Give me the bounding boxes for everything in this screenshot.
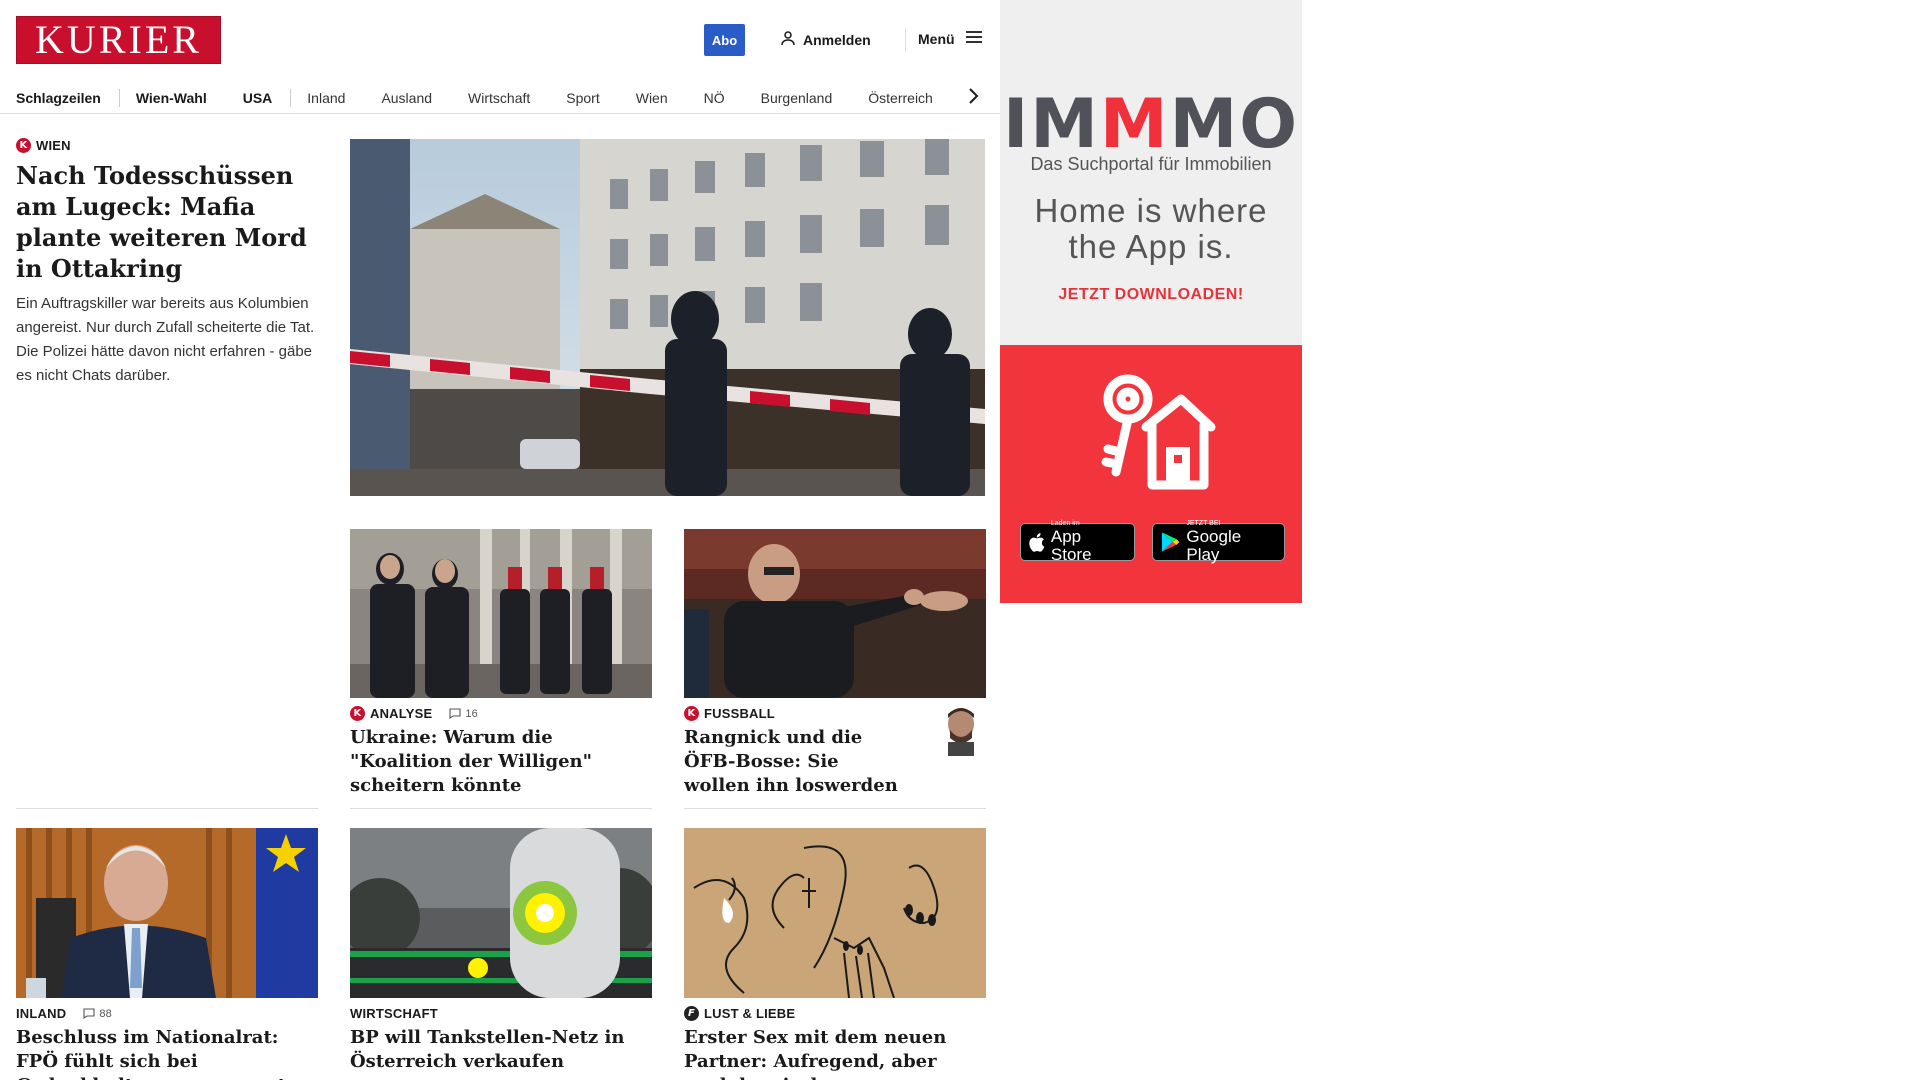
logo-part: MO	[1169, 85, 1300, 164]
category-label: WIRTSCHAFT	[350, 1006, 438, 1021]
logo-part: IM	[1002, 85, 1100, 164]
immmo-ad-banner[interactable]: IMMMO Das Suchportal für Immobilien Home…	[1000, 0, 1302, 603]
nav-item-usa[interactable]: USA	[243, 90, 273, 106]
article-image-nationalrat[interactable]	[16, 828, 318, 998]
nav-item-sport[interactable]: Sport	[566, 90, 599, 106]
google-play-large-text: Google Play	[1186, 527, 1242, 564]
menu-label: Menü	[918, 30, 955, 47]
logo-text: KURIER	[35, 17, 202, 62]
article-headline[interactable]: Rangnick und die ÖFB-Bosse: Sie wollen i…	[684, 726, 909, 798]
author-avatar[interactable]	[940, 704, 982, 756]
author-portrait	[940, 704, 982, 756]
menu-button[interactable]: Menü	[918, 30, 983, 47]
comment-count[interactable]: 88	[83, 1008, 112, 1020]
google-play-icon	[1161, 532, 1180, 552]
kurier-plus-icon: K	[16, 138, 31, 153]
header-divider	[905, 28, 906, 52]
google-play-text: JETZT BEI Google Play	[1186, 520, 1276, 564]
kurier-plus-icon: K	[684, 706, 699, 721]
lead-image[interactable]	[350, 139, 985, 496]
article-image-lust-liebe[interactable]	[684, 828, 986, 998]
category-label: ANALYSE	[370, 706, 433, 721]
article-category-analyse[interactable]: K ANALYSE 16	[350, 706, 478, 721]
user-icon	[780, 30, 796, 49]
kurier-plus-icon: K	[350, 706, 365, 721]
house-key-icon	[1086, 367, 1216, 492]
ad-slogan: Home is where the App is.	[1034, 192, 1268, 265]
app-store-text: Laden im App Store	[1051, 520, 1126, 564]
comment-icon	[449, 708, 461, 719]
article-category-inland[interactable]: INLAND 88	[16, 1006, 112, 1021]
category-label: FUSSBALL	[704, 706, 775, 721]
illustration-couple	[684, 828, 986, 998]
section-nav: Schlagzeilen Wien-Wahl USA Inland Auslan…	[16, 80, 986, 116]
lead-teaser[interactable]: Ein Auftragskiller war bereits aus Kolum…	[16, 292, 316, 388]
google-play-button[interactable]: JETZT BEI Google Play	[1152, 520, 1285, 564]
apple-icon	[1029, 532, 1045, 552]
ad-download-cta[interactable]: JETZT DOWNLOADEN!	[1000, 286, 1302, 304]
nav-item-noe[interactable]: NÖ	[704, 90, 725, 106]
gas-station-photo	[350, 828, 652, 998]
abo-button[interactable]: Abo	[704, 24, 745, 56]
coach-photo	[684, 529, 986, 698]
comment-count[interactable]: 16	[449, 708, 478, 720]
logo-part-accent: M	[1099, 85, 1170, 164]
nav-item-wien[interactable]: Wien	[636, 90, 668, 106]
article-headline[interactable]: Erster Sex mit dem neuen Partner: Aufreg…	[684, 1026, 986, 1080]
nav-item-burgenland[interactable]: Burgenland	[761, 90, 833, 106]
kurier-lust-liebe-icon: f	[684, 1006, 699, 1021]
ad-subtitle: Das Suchportal für Immobilien	[1030, 154, 1272, 174]
nav-divider	[290, 89, 292, 107]
article-category-wirtschaft[interactable]: WIRTSCHAFT	[350, 1006, 438, 1021]
article-headline[interactable]: Beschluss im Nationalrat: FPÖ fühlt sich…	[16, 1026, 318, 1080]
comment-count-value: 16	[465, 707, 478, 720]
chevron-right-icon	[967, 87, 979, 110]
lead-headline[interactable]: Nach Todesschüssen am Lugeck: Mafia plan…	[16, 160, 316, 284]
nav-item-inland[interactable]: Inland	[307, 90, 345, 106]
row-divider	[350, 808, 652, 809]
article-image-rangnick[interactable]	[684, 529, 986, 698]
app-store-large-text: App Store	[1050, 527, 1092, 564]
politician-photo	[16, 828, 318, 998]
article-headline[interactable]: BP will Tankstellen-Netz in Österreich v…	[350, 1026, 652, 1074]
ad-bottom-panel: Laden im App Store JETZT BEI Google Play	[1000, 345, 1302, 603]
category-label: LUST & LIEBE	[704, 1006, 796, 1021]
nav-item-schlagzeilen[interactable]: Schlagzeilen	[16, 90, 101, 106]
nav-scroll-right-button[interactable]	[967, 80, 979, 116]
nav-divider-line	[0, 113, 1000, 114]
login-button[interactable]: Anmelden	[780, 30, 871, 49]
ad-top-panel: IMMMO Das Suchportal für Immobilien Home…	[1000, 0, 1302, 345]
leaders-photo	[350, 529, 652, 698]
nav-item-wirtschaft[interactable]: Wirtschaft	[468, 90, 530, 106]
article-image-bp[interactable]	[350, 828, 652, 998]
article-image-ukraine[interactable]	[350, 529, 652, 698]
app-store-button[interactable]: Laden im App Store	[1020, 520, 1135, 564]
immmo-logo: IMMMO	[1000, 90, 1302, 160]
nav-item-oesterreich[interactable]: Österreich	[868, 90, 933, 106]
comment-icon	[83, 1008, 95, 1019]
comment-count-value: 88	[99, 1007, 112, 1020]
login-label: Anmelden	[803, 31, 871, 48]
lead-category-label: WIEN	[36, 138, 71, 153]
article-category-fussball[interactable]: K FUSSBALL	[684, 706, 775, 721]
nav-item-wien-wahl[interactable]: Wien-Wahl	[136, 90, 207, 106]
article-headline[interactable]: Ukraine: Warum die "Koalition der Willig…	[350, 726, 652, 798]
hamburger-icon	[965, 30, 983, 47]
row-divider	[16, 808, 318, 809]
nav-item-ausland[interactable]: Ausland	[381, 90, 432, 106]
lead-category[interactable]: K WIEN	[16, 138, 71, 153]
row-divider	[684, 808, 986, 809]
nav-divider	[118, 89, 120, 107]
kurier-logo[interactable]: KURIER	[16, 16, 221, 64]
crime-scene-photo	[350, 139, 985, 496]
category-label: INLAND	[16, 1006, 67, 1021]
article-category-lust-liebe[interactable]: f LUST & LIEBE	[684, 1006, 795, 1021]
